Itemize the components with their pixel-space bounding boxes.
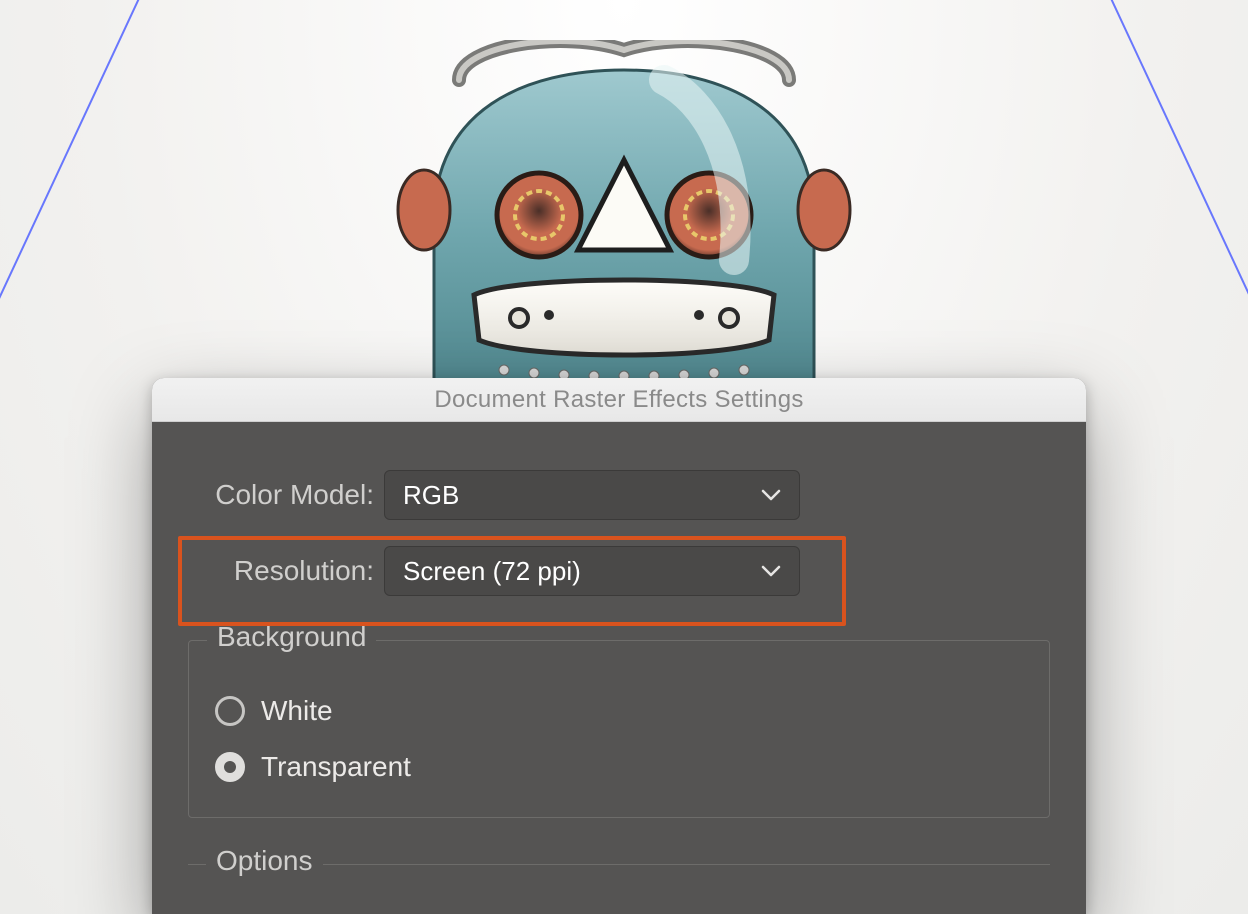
dialog-titlebar[interactable]: Document Raster Effects Settings: [152, 378, 1086, 422]
options-legend: Options: [206, 845, 323, 877]
chevron-down-icon: [761, 488, 781, 502]
background-group: Background White Transparent: [188, 640, 1050, 818]
background-legend: Background: [207, 621, 376, 653]
color-model-value: RGB: [403, 480, 459, 511]
background-radio-transparent[interactable]: Transparent: [215, 751, 1023, 783]
resolution-row: Resolution: Screen (72 ppi): [188, 546, 1050, 596]
color-model-select[interactable]: RGB: [384, 470, 800, 520]
resolution-value: Screen (72 ppi): [403, 556, 581, 587]
background-white-label: White: [261, 695, 333, 727]
radio-icon: [215, 696, 245, 726]
dialog-title: Document Raster Effects Settings: [434, 386, 803, 414]
chevron-down-icon: [761, 564, 781, 578]
resolution-label: Resolution:: [188, 555, 384, 587]
background-radio-white[interactable]: White: [215, 695, 1023, 727]
color-model-label: Color Model:: [188, 479, 384, 511]
background-transparent-label: Transparent: [261, 751, 411, 783]
raster-effects-dialog: Document Raster Effects Settings Color M…: [152, 378, 1086, 914]
dialog-body: Color Model: RGB Resolution: Screen (72 …: [152, 422, 1086, 904]
options-group: Options: [188, 864, 1050, 904]
color-model-row: Color Model: RGB: [188, 470, 1050, 520]
robot-image: [364, 40, 884, 400]
radio-icon: [215, 752, 245, 782]
resolution-select[interactable]: Screen (72 ppi): [384, 546, 800, 596]
